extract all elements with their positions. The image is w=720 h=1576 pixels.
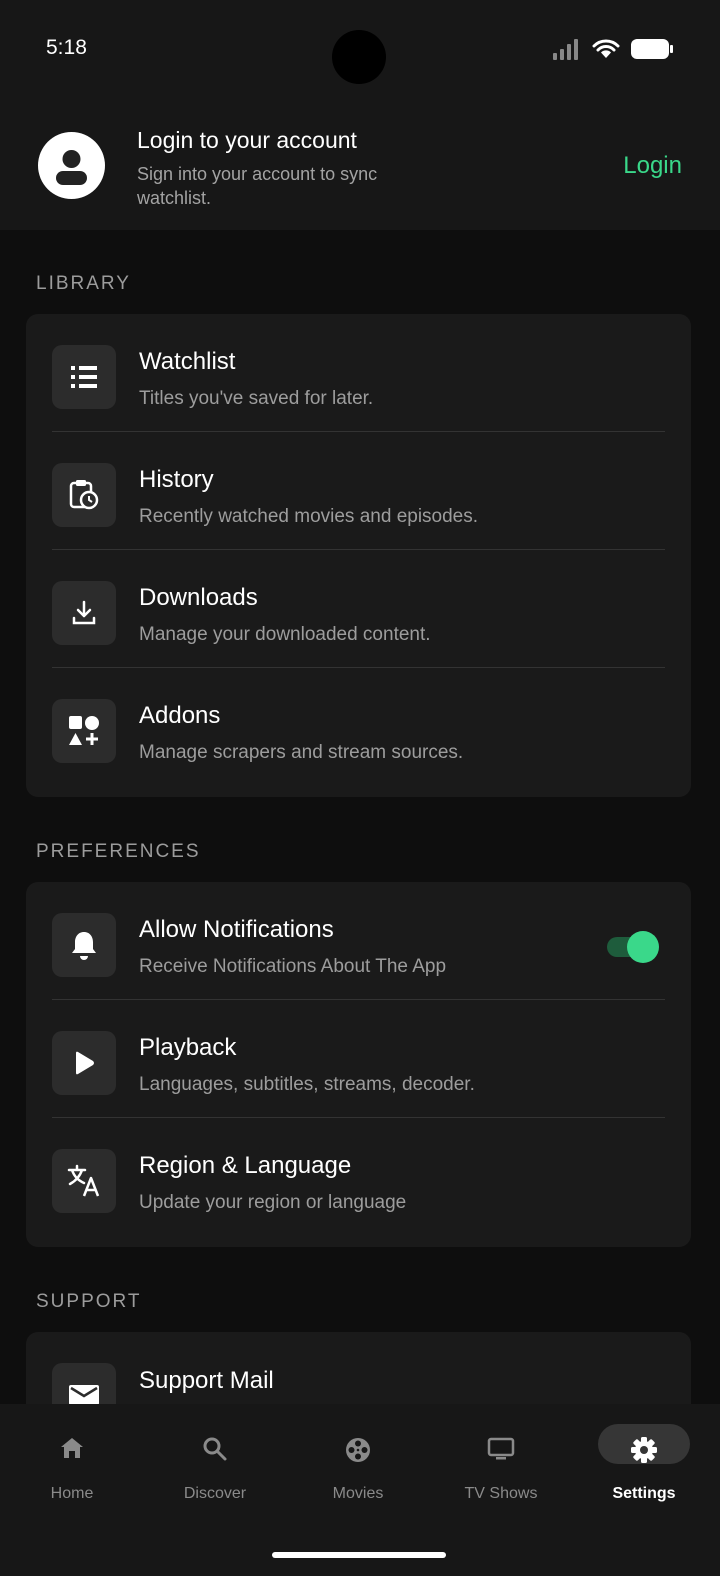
settings-row-downloads[interactable]: Downloads Manage your downloaded content… <box>26 550 691 668</box>
nav-label: Movies <box>332 1485 384 1502</box>
download-icon <box>52 581 116 645</box>
battery-icon <box>631 39 673 59</box>
bell-icon <box>52 913 116 977</box>
account-title: Login to your account <box>137 127 357 153</box>
settings-row-playback[interactable]: Playback Languages, subtitles, streams, … <box>26 1000 691 1118</box>
library-card: Watchlist Titles you've saved for later.… <box>26 314 691 797</box>
shapes-icon <box>52 699 116 763</box>
user-icon <box>56 150 87 185</box>
nav-label: Settings <box>612 1485 676 1502</box>
section-header-preferences: PREFERENCES <box>36 841 201 862</box>
row-subtitle: Receive Notifications About The App <box>139 956 447 977</box>
signal-icon <box>553 39 578 60</box>
row-subtitle: Recently watched movies and episodes. <box>139 506 479 527</box>
nav-label: Discover <box>183 1485 247 1502</box>
history-icon <box>52 463 116 527</box>
row-title: Playback <box>139 1034 237 1061</box>
bottom-nav: Home Discover Movies TV Shows Settings <box>0 1404 720 1576</box>
gear-icon <box>631 1437 657 1463</box>
settings-row-region-language[interactable]: Region & Language Update your region or … <box>26 1118 691 1236</box>
film-reel-icon <box>346 1438 370 1462</box>
avatar[interactable] <box>38 132 105 199</box>
section-header-support: SUPPORT <box>36 1291 142 1312</box>
nav-item-settings[interactable]: Settings <box>584 1424 704 1514</box>
play-icon <box>52 1031 116 1095</box>
home-indicator <box>272 1552 446 1558</box>
row-subtitle: Manage your downloaded content. <box>139 624 431 645</box>
status-time: 5:18 <box>46 36 87 59</box>
row-title: Downloads <box>139 584 258 611</box>
notifications-toggle[interactable] <box>607 931 659 963</box>
row-subtitle: Titles you've saved for later. <box>139 388 374 409</box>
preferences-card: Allow Notifications Receive Notification… <box>26 882 691 1247</box>
row-title: Addons <box>139 702 221 729</box>
toggle-thumb <box>627 931 659 963</box>
row-subtitle: Languages, subtitles, streams, decoder. <box>139 1074 475 1095</box>
camera-notch <box>332 30 386 84</box>
settings-row-history[interactable]: History Recently watched movies and epis… <box>26 432 691 550</box>
tv-icon <box>487 1437 515 1460</box>
search-icon <box>203 1437 227 1461</box>
nav-item-discover[interactable]: Discover <box>155 1424 275 1514</box>
row-title: Region & Language <box>139 1152 352 1179</box>
row-title: Support Mail <box>139 1367 274 1394</box>
nav-item-home[interactable]: Home <box>12 1424 132 1514</box>
status-bar: 5:18 <box>0 0 720 100</box>
row-title: Allow Notifications <box>139 916 334 943</box>
status-icons <box>552 38 674 60</box>
account-subtitle: Sign into your account to sync watchlist… <box>137 164 378 208</box>
settings-row-watchlist[interactable]: Watchlist Titles you've saved for later. <box>26 314 691 432</box>
home-icon <box>61 1438 83 1458</box>
row-title: History <box>139 466 214 493</box>
nav-label: Home <box>50 1485 94 1502</box>
nav-item-tv-shows[interactable]: TV Shows <box>441 1424 561 1514</box>
settings-row-addons[interactable]: Addons Manage scrapers and stream source… <box>26 668 691 786</box>
settings-row-notifications[interactable]: Allow Notifications Receive Notification… <box>26 882 691 1000</box>
nav-item-movies[interactable]: Movies <box>298 1424 418 1514</box>
section-header-library: LIBRARY <box>36 273 131 294</box>
account-section: Login to your account Sign into your acc… <box>0 100 720 230</box>
list-icon <box>52 345 116 409</box>
wifi-icon <box>592 39 620 58</box>
nav-label: TV Shows <box>464 1485 538 1502</box>
row-subtitle: Manage scrapers and stream sources. <box>139 742 464 763</box>
login-button[interactable]: Login <box>623 152 682 180</box>
row-subtitle: Update your region or language <box>139 1192 407 1213</box>
translate-icon <box>52 1149 116 1213</box>
row-title: Watchlist <box>139 348 236 375</box>
